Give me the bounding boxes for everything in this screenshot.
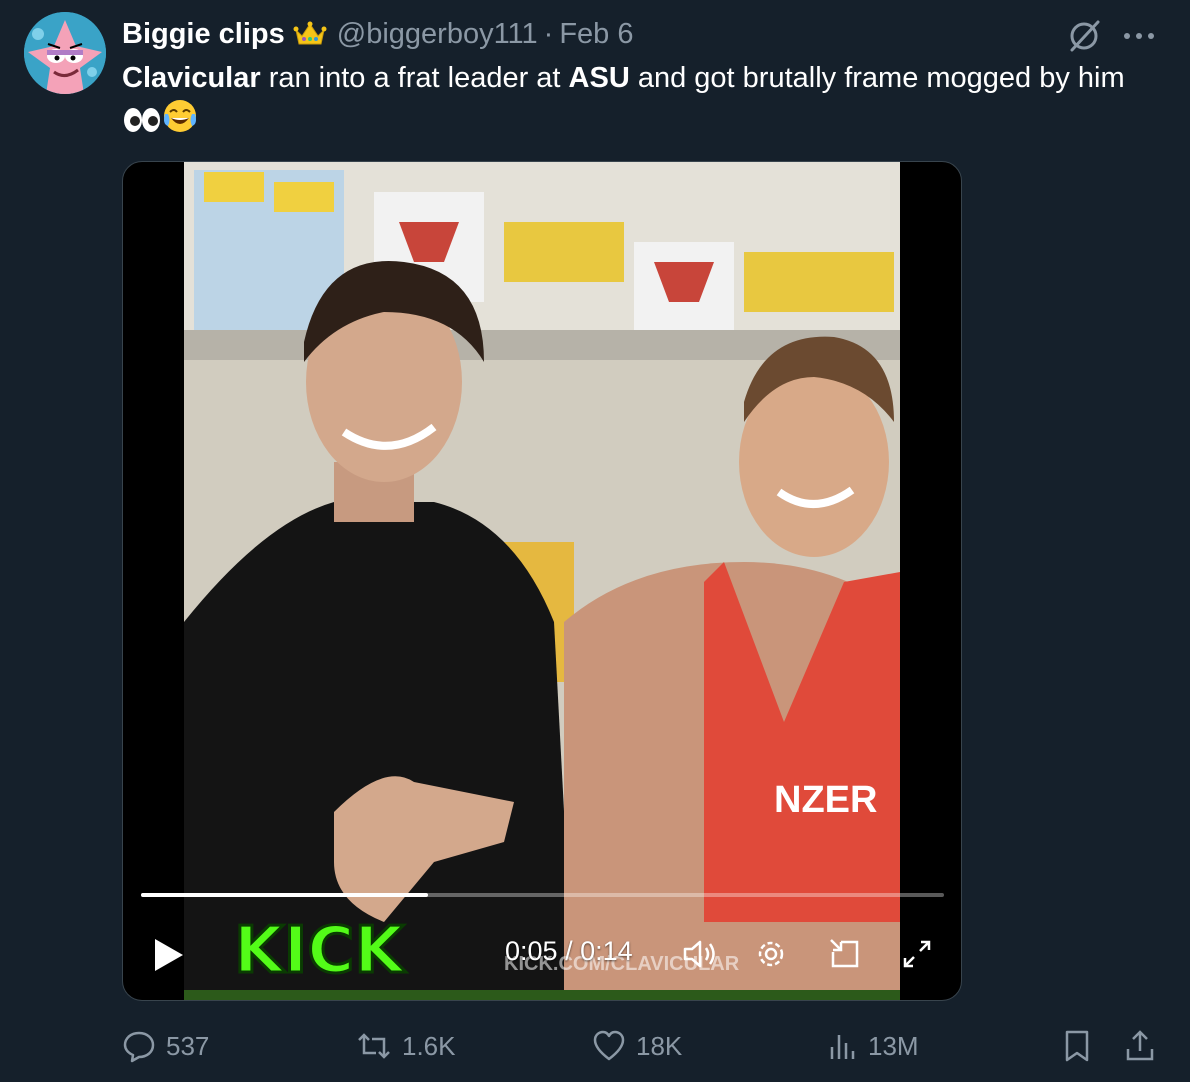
handle[interactable]: @biggerboy111 xyxy=(337,18,538,51)
tweet-header: Biggie clips @biggerboy111 · Feb 6 xyxy=(122,14,634,54)
crown-icon xyxy=(293,20,327,48)
video-progress-bar[interactable] xyxy=(141,893,944,897)
time-current: 0:05 xyxy=(505,936,558,966)
separator-dot: · xyxy=(543,17,554,50)
retweet-button[interactable]: 1.6K xyxy=(356,1026,456,1066)
views-button[interactable]: 13M xyxy=(828,1026,919,1066)
heart-icon xyxy=(593,1030,625,1061)
display-name[interactable]: Biggie clips xyxy=(122,18,285,51)
tweet-text: Clavicular ran into a frat leader at ASU… xyxy=(122,58,1152,145)
text-part: ran into a frat leader at xyxy=(260,62,569,94)
like-count: 18K xyxy=(636,1030,683,1061)
analytics-icon xyxy=(830,1035,855,1059)
eyes-emoji xyxy=(122,105,162,145)
reply-count: 537 xyxy=(166,1030,210,1061)
text-bold-asu: ASU xyxy=(568,62,630,94)
video-player[interactable]: NZER KICK KICK.COM/CLAVICULAR 0:05 / 0:1… xyxy=(122,161,962,1001)
reply-icon xyxy=(123,1031,155,1063)
time-separator: / xyxy=(557,936,581,966)
like-button[interactable]: 18K xyxy=(592,1026,682,1066)
retweet-count: 1.6K xyxy=(402,1030,456,1061)
video-still: NZER KICK KICK.COM/CLAVICULAR xyxy=(184,162,900,1000)
tweet-actions: 537 1.6K 18K 13M xyxy=(0,1026,1190,1066)
settings-gear-icon[interactable] xyxy=(753,936,789,977)
share-button[interactable] xyxy=(1124,1026,1156,1066)
tears-of-joy-emoji xyxy=(162,98,198,145)
text-part: and got brutally frame mogged by him xyxy=(629,62,1125,94)
avatar[interactable] xyxy=(24,12,106,94)
text-bold-clavicular[interactable]: Clavicular xyxy=(122,62,261,94)
play-icon[interactable] xyxy=(153,937,185,978)
more-options-icon[interactable] xyxy=(1122,28,1156,46)
bookmark-icon xyxy=(1065,1030,1089,1062)
retweet-icon xyxy=(358,1033,390,1059)
view-count: 13M xyxy=(868,1030,919,1061)
video-time: 0:05 / 0:14 xyxy=(505,936,633,967)
video-frame[interactable]: NZER KICK KICK.COM/CLAVICULAR xyxy=(184,162,900,1000)
volume-icon[interactable] xyxy=(681,936,721,977)
time-total: 0:14 xyxy=(580,936,633,966)
grok-icon[interactable] xyxy=(1066,18,1102,59)
bookmark-button[interactable] xyxy=(1062,1026,1092,1066)
tweet[interactable]: Biggie clips @biggerboy111 · Feb 6 Clavi… xyxy=(0,0,1190,1082)
reply-button[interactable]: 537 xyxy=(122,1026,209,1066)
tweet-date[interactable]: Feb 6 xyxy=(559,18,633,51)
video-progress-fill xyxy=(141,893,428,897)
tank-print-text: NZER xyxy=(774,779,877,821)
avatar-image xyxy=(24,12,106,94)
fullscreen-icon[interactable] xyxy=(899,936,935,977)
kick-watermark: KICK xyxy=(234,914,406,988)
picture-in-picture-icon[interactable] xyxy=(827,936,863,977)
share-icon xyxy=(1126,1030,1154,1061)
